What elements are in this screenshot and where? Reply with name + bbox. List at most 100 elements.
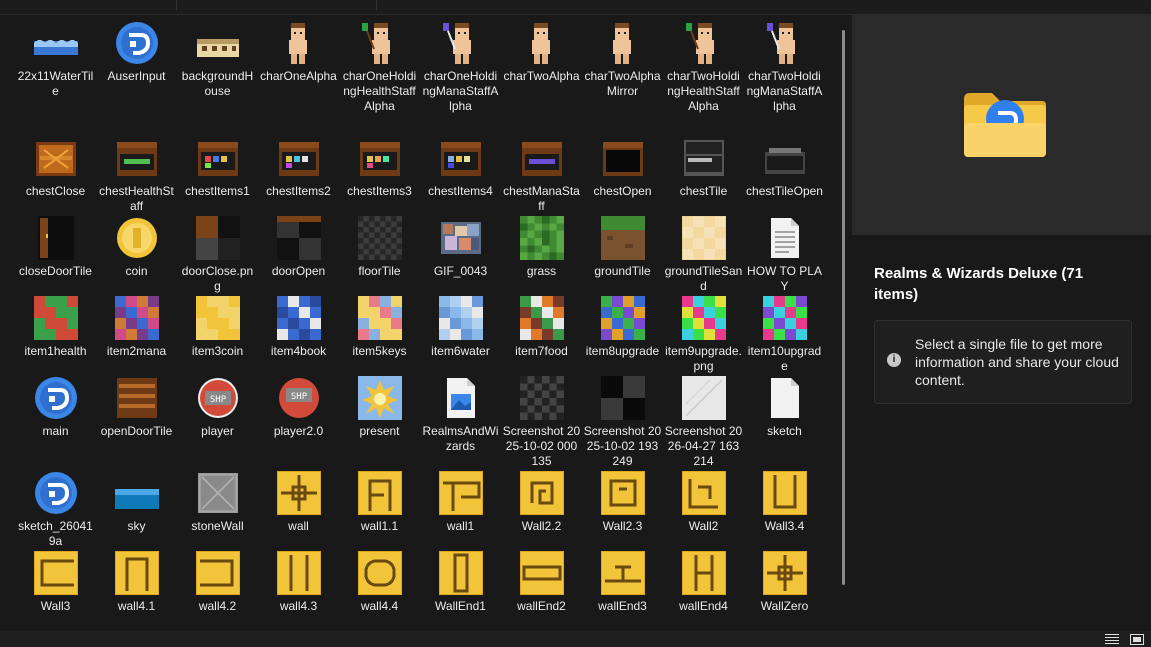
- file-item[interactable]: Wall2: [663, 465, 744, 534]
- file-item[interactable]: item9upgrade.png: [663, 290, 744, 374]
- file-item[interactable]: chestTileOpen: [744, 130, 825, 199]
- file-item[interactable]: Wall2.3: [582, 465, 663, 534]
- file-item[interactable]: Screenshot 2025-10-02 000135: [501, 370, 582, 469]
- file-item[interactable]: wallEnd3: [582, 545, 663, 614]
- item-grid-icon: [357, 296, 402, 340]
- file-item[interactable]: stoneWall: [177, 465, 258, 534]
- file-item[interactable]: item2mana: [96, 290, 177, 359]
- file-item[interactable]: item7food: [501, 290, 582, 359]
- character-health-staff-icon: [358, 21, 402, 65]
- file-item[interactable]: wall1: [420, 465, 501, 534]
- sky-icon: [114, 471, 159, 515]
- file-item[interactable]: chestItems1: [177, 130, 258, 199]
- info-icon: i: [887, 353, 901, 367]
- wall-icon: [275, 470, 322, 516]
- file-item[interactable]: wallEnd2: [501, 545, 582, 614]
- file-item[interactable]: doorClose.png: [177, 210, 258, 294]
- file-item[interactable]: present: [339, 370, 420, 439]
- file-item[interactable]: charOneHoldingManaStaffAlpha: [420, 15, 501, 114]
- large-icons-view-button[interactable]: [1130, 634, 1144, 645]
- file-name: item1health: [24, 344, 87, 358]
- wall-icon: [518, 550, 565, 596]
- file-item[interactable]: openDoorTile: [96, 370, 177, 439]
- file-item[interactable]: [15, 612, 96, 630]
- file-item[interactable]: doorOpen: [258, 210, 339, 279]
- file-item[interactable]: GIF_0043: [420, 210, 501, 279]
- file-item[interactable]: backgroundHouse: [177, 15, 258, 99]
- file-name: WallEnd1: [435, 599, 486, 613]
- file-item[interactable]: Wall3.4: [744, 465, 825, 534]
- file-item[interactable]: WallEnd1: [420, 545, 501, 614]
- file-name: Screenshot 2026-04-27 163214: [664, 424, 743, 468]
- file-item[interactable]: chestItems4: [420, 130, 501, 199]
- file-item[interactable]: wall4.4: [339, 545, 420, 614]
- file-item[interactable]: wall4.1: [96, 545, 177, 614]
- file-item[interactable]: AuserInput: [96, 15, 177, 84]
- file-name: item6water: [431, 344, 490, 358]
- file-item[interactable]: groundTile: [582, 210, 663, 279]
- file-item[interactable]: charOneHoldingHealthStaffAlpha: [339, 15, 420, 114]
- file-item[interactable]: chestManaStaff: [501, 130, 582, 214]
- wall-icon: [356, 470, 403, 516]
- folder-icon: [964, 93, 1046, 157]
- wall-icon: [680, 470, 727, 516]
- file-name: item7food: [515, 344, 568, 358]
- wall-icon: [599, 550, 646, 596]
- character-mana-staff-icon: [763, 21, 807, 65]
- photo-icon: [439, 216, 483, 260]
- file-item[interactable]: wallEnd4: [663, 545, 744, 614]
- file-name: GIF_0043: [433, 264, 488, 278]
- file-name: wall4.2: [198, 599, 237, 613]
- file-item[interactable]: chestItems2: [258, 130, 339, 199]
- file-item[interactable]: floorTile: [339, 210, 420, 279]
- file-item[interactable]: sketch_260419a: [15, 465, 96, 549]
- file-item[interactable]: item3coin: [177, 290, 258, 359]
- file-item[interactable]: chestTile: [663, 130, 744, 199]
- file-item[interactable]: main: [15, 370, 96, 439]
- file-item[interactable]: wall: [258, 465, 339, 534]
- file-item[interactable]: WallZero: [744, 545, 825, 614]
- file-item[interactable]: Wall2.2: [501, 465, 582, 534]
- file-item[interactable]: charTwoAlphaMirror: [582, 15, 663, 99]
- file-item[interactable]: chestHealthStaff: [96, 130, 177, 214]
- file-item[interactable]: wall1.1: [339, 465, 420, 534]
- file-item[interactable]: charTwoHoldingManaStaffAlpha: [744, 15, 825, 114]
- file-item[interactable]: wall4.3: [258, 545, 339, 614]
- file-item[interactable]: chestClose: [15, 130, 96, 199]
- file-item[interactable]: item6water: [420, 290, 501, 359]
- file-item[interactable]: item1health: [15, 290, 96, 359]
- file-name: Wall2: [688, 519, 719, 533]
- preview-pane: [852, 15, 1151, 235]
- file-item[interactable]: chestOpen: [582, 130, 663, 199]
- file-item[interactable]: item5keys: [339, 290, 420, 359]
- file-item[interactable]: groundTileSand: [663, 210, 744, 294]
- vertical-scrollbar[interactable]: [842, 30, 845, 585]
- file-item[interactable]: chestItems3: [339, 130, 420, 199]
- file-item[interactable]: wall4.2: [177, 545, 258, 614]
- file-item[interactable]: SHP player2.0: [258, 370, 339, 439]
- file-item[interactable]: SHP player: [177, 370, 258, 439]
- file-item[interactable]: closeDoorTile: [15, 210, 96, 279]
- wall-icon: [437, 470, 484, 516]
- file-item[interactable]: Screenshot 2025-10-02 193249: [582, 370, 663, 469]
- file-item[interactable]: charOneAlpha: [258, 15, 339, 84]
- stone-wall-icon: [196, 471, 240, 515]
- file-item[interactable]: RealmsAndWizards: [420, 370, 501, 454]
- file-name: Wall3.4: [764, 519, 805, 533]
- file-item[interactable]: charTwoHoldingHealthStaffAlpha: [663, 15, 744, 114]
- file-item[interactable]: HOW TO PLAY: [744, 210, 825, 294]
- file-item[interactable]: sketch: [744, 370, 825, 439]
- file-item[interactable]: item8upgrade: [582, 290, 663, 359]
- file-item[interactable]: Screenshot 2026-04-27 163214: [663, 370, 744, 469]
- file-item[interactable]: Wall3: [15, 545, 96, 614]
- door-tile-icon: [195, 216, 240, 261]
- file-name: sky: [127, 519, 146, 533]
- file-item[interactable]: grass: [501, 210, 582, 279]
- file-item[interactable]: item4book: [258, 290, 339, 359]
- file-item[interactable]: charTwoAlpha: [501, 15, 582, 84]
- file-item[interactable]: item10upgrade: [744, 290, 825, 374]
- file-item[interactable]: coin: [96, 210, 177, 279]
- details-view-button[interactable]: [1105, 634, 1119, 645]
- file-item[interactable]: 22x11WaterTile: [15, 15, 96, 99]
- file-item[interactable]: sky: [96, 465, 177, 534]
